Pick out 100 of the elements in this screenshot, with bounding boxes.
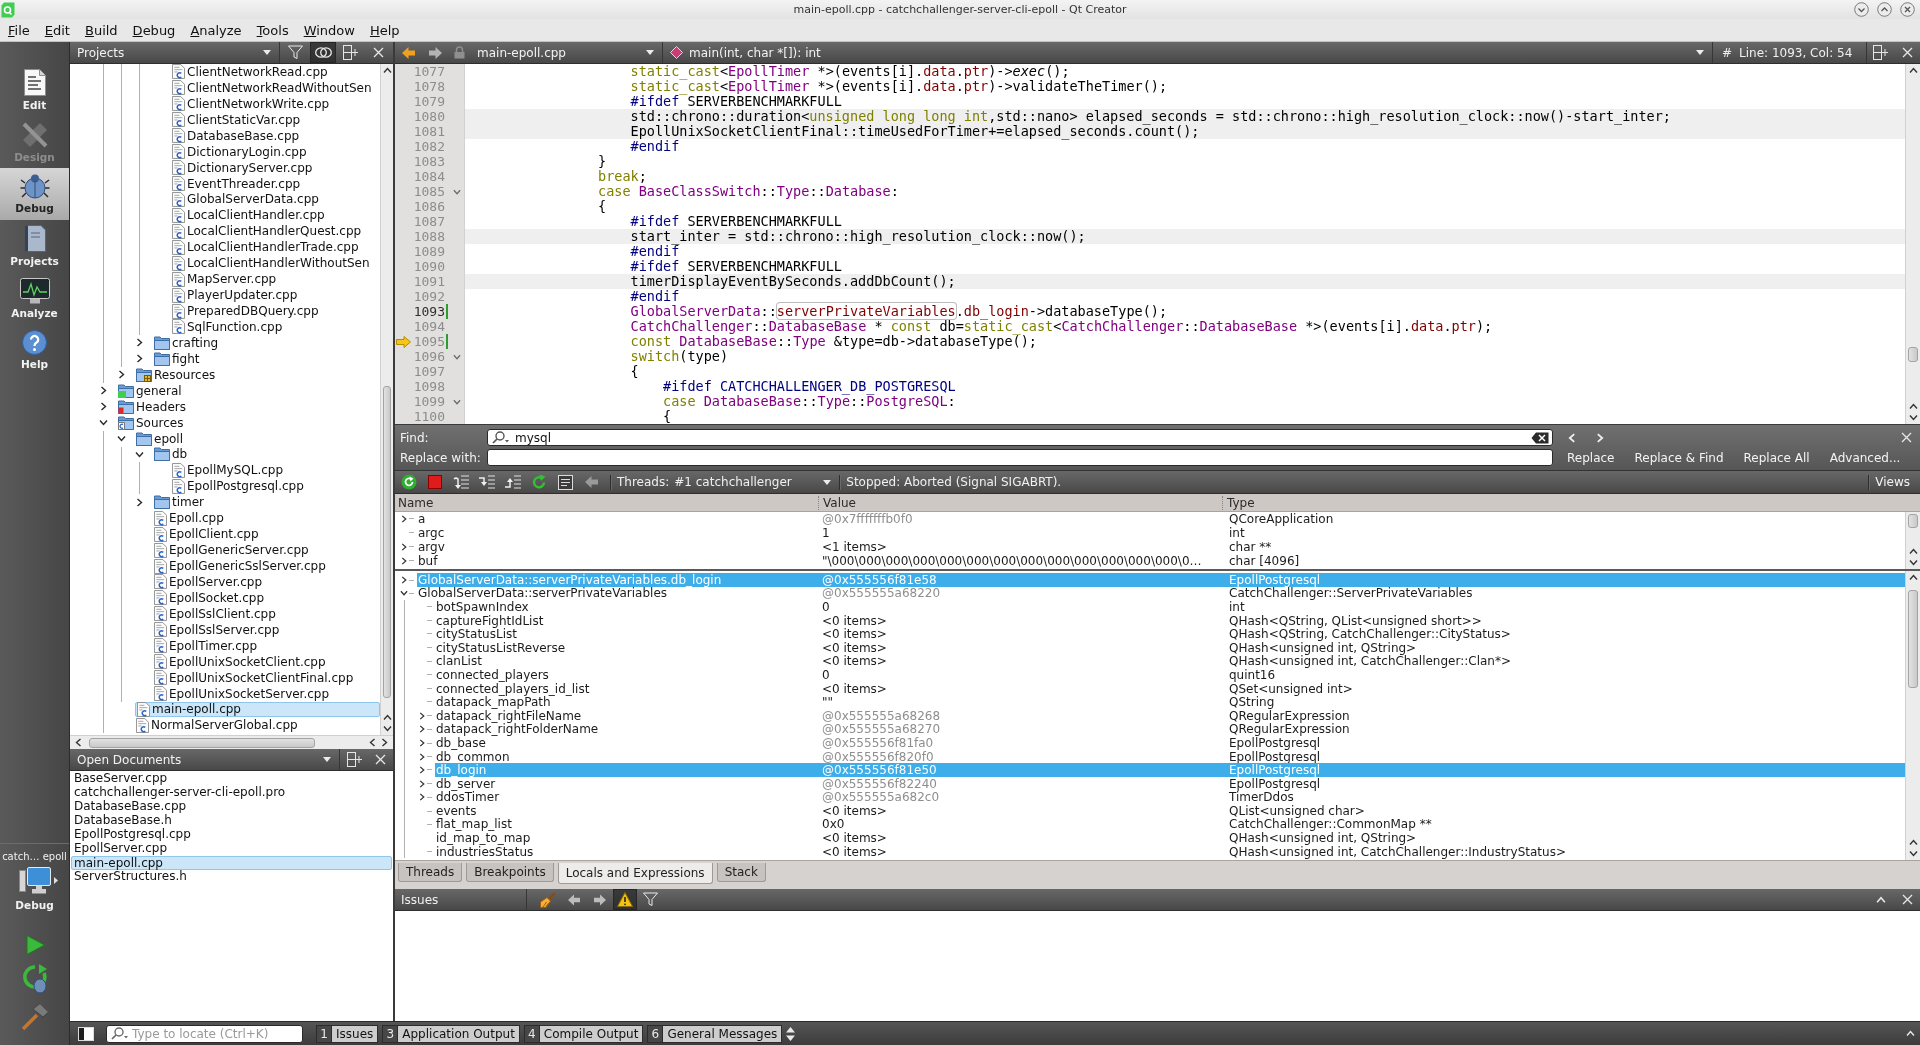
- scrollbar-thumb[interactable]: [1908, 514, 1918, 528]
- filter-icon[interactable]: [287, 45, 303, 60]
- chevron-down-icon[interactable]: [1908, 849, 1918, 858]
- open-document-item[interactable]: catchchallenger-server-cli-epoll.pro: [71, 786, 289, 800]
- mode-button[interactable]: Analyze: [0, 272, 69, 324]
- find-field[interactable]: mysql: [487, 429, 1553, 446]
- chevron-right-icon[interactable]: [400, 515, 408, 523]
- chevron-right-icon[interactable]: [98, 402, 108, 412]
- up-down-arrows-icon[interactable]: [786, 1026, 796, 1041]
- panel-icon[interactable]: [78, 1026, 94, 1041]
- column-header[interactable]: Name: [398, 495, 434, 510]
- menu-item[interactable]: Debug: [126, 20, 182, 40]
- tree-item[interactable]: EpollSslClient.cpp: [153, 605, 279, 622]
- chevron-up-icon[interactable]: [1908, 66, 1918, 75]
- tree-item[interactable]: DatabaseBase.cpp: [171, 127, 303, 144]
- tab[interactable]: Locals and Expressions: [557, 863, 713, 884]
- symbol-selector[interactable]: main(int, char *[]): int: [663, 42, 1713, 63]
- find-bar-button[interactable]: Replace: [1567, 450, 1615, 465]
- tree-item[interactable]: fight: [153, 350, 203, 367]
- variable-row[interactable]: id_map_to_map <0 items> QHash<unsigned int, QString>: [435, 831, 1905, 845]
- variable-row[interactable]: GlobalServerData::serverPrivateVariables @0x555555a68220 CatchChallenger::ServerPrivateVariables: [417, 586, 1905, 601]
- close-icon[interactable]: [1900, 2, 1915, 17]
- arrow-right-icon[interactable]: [594, 893, 606, 906]
- file-selector[interactable]: main-epoll.cpp: [470, 42, 663, 63]
- chevron-right-icon[interactable]: [418, 725, 426, 734]
- clear-icon[interactable]: [1531, 431, 1549, 444]
- open-document-item[interactable]: EpollPostgresql.cpp: [71, 828, 194, 842]
- tree-item[interactable]: ClientNetworkRead.cpp: [171, 64, 331, 80]
- split-icon[interactable]: [1873, 45, 1888, 60]
- tree-item[interactable]: EpollUnixSocketServer.cpp: [153, 685, 333, 702]
- scrollbar-thumb[interactable]: [89, 737, 315, 748]
- variable-row[interactable]: db_common @0x555556f820f0 EpollPostgresql: [435, 749, 1905, 764]
- chevron-up-icon[interactable]: [382, 66, 392, 75]
- tree-item[interactable]: EpollServer.cpp: [153, 574, 266, 590]
- chevron-right-icon[interactable]: [400, 543, 408, 551]
- arrow-left-icon[interactable]: [568, 893, 580, 906]
- menu-item[interactable]: Build: [78, 20, 124, 40]
- variable-row[interactable]: datapack_rightFolderName @0x555555a68270 QRegularExpression: [435, 722, 1905, 737]
- scrollbar-thumb[interactable]: [1908, 347, 1918, 362]
- tree-item[interactable]: NormalServerGlobal.cpp: [135, 717, 301, 734]
- chevron-up-icon[interactable]: [1908, 573, 1918, 582]
- cursor-position[interactable]: # Line: 1093, Col: 54: [1713, 42, 1867, 63]
- chevron-left-icon[interactable]: [368, 738, 377, 747]
- tree-item[interactable]: Headers: [117, 398, 189, 415]
- tree-item[interactable]: EpollSocket.cpp: [153, 589, 268, 606]
- tab[interactable]: Stack: [716, 863, 766, 882]
- chevron-down-icon[interactable]: [382, 724, 392, 733]
- chevron-down-icon[interactable]: [1908, 558, 1918, 567]
- chevron-right-icon[interactable]: [418, 793, 426, 802]
- open-document-item[interactable]: DatabaseBase.h: [71, 814, 175, 828]
- chevron-right-icon[interactable]: [98, 386, 108, 396]
- variable-row[interactable]: datapack_mapPath "" QString: [435, 695, 1905, 709]
- chevron-down-icon[interactable]: [98, 418, 108, 428]
- menu-item[interactable]: Analyze: [184, 20, 248, 40]
- tree-item[interactable]: EpollSslServer.cpp: [153, 621, 283, 638]
- tab[interactable]: Threads: [398, 863, 463, 882]
- tree-item[interactable]: crafting: [153, 334, 222, 351]
- find-bar-button[interactable]: Replace & Find: [1634, 450, 1724, 465]
- menu-item[interactable]: Help: [363, 20, 406, 40]
- scrollbar[interactable]: [380, 64, 393, 735]
- list-box-icon[interactable]: [557, 474, 573, 490]
- column-header[interactable]: Type: [1227, 495, 1255, 510]
- tree-item[interactable]: EpollClient.cpp: [153, 526, 262, 543]
- split-icon[interactable]: [346, 752, 362, 767]
- variable-row[interactable]: db_base @0x555556f81fa0 EpollPostgresql: [435, 736, 1905, 750]
- sync-toggle[interactable]: [310, 42, 336, 63]
- open-document-item[interactable]: DatabaseBase.cpp: [71, 800, 190, 814]
- variable-row[interactable]: ddosTimer @0x555555a682c0 TimerDdos: [435, 790, 1905, 805]
- chevron-right-icon[interactable]: [400, 557, 408, 565]
- split-icon[interactable]: [342, 45, 358, 60]
- filter-icon[interactable]: [642, 892, 658, 907]
- tree-item[interactable]: LocalClientHandlerQuest.cpp: [171, 223, 365, 240]
- find-bar-button[interactable]: Replace All: [1743, 450, 1810, 465]
- circle-arrow-icon[interactable]: [401, 474, 417, 490]
- menu-item[interactable]: Edit: [38, 20, 76, 40]
- scrollbar[interactable]: [1905, 571, 1920, 860]
- tree-item[interactable]: PlayerUpdater.cpp: [171, 287, 301, 304]
- open-document-item[interactable]: BaseServer.cpp: [71, 772, 171, 786]
- open-document-item[interactable]: EpollServer.cpp: [71, 842, 171, 856]
- scrollbar-thumb[interactable]: [383, 386, 391, 698]
- tree-item[interactable]: EpollPostgresql.cpp: [171, 478, 307, 495]
- tree-item[interactable]: SqlFunction.cpp: [171, 319, 286, 335]
- chevron-right-icon[interactable]: [418, 779, 426, 788]
- tree-item[interactable]: Resources: [135, 366, 219, 383]
- hammer-icon[interactable]: [20, 1003, 49, 1031]
- chevron-down-icon[interactable]: [400, 589, 408, 598]
- variable-row[interactable]: a @0x7fffffffb0f0 QCoreApplication: [417, 512, 1905, 526]
- views-button[interactable]: Views: [1875, 475, 1910, 489]
- scrollbar[interactable]: [1905, 512, 1920, 569]
- refresh-icon[interactable]: [531, 474, 547, 490]
- mode-button[interactable]: Debug: [0, 168, 69, 220]
- chevron-right-icon[interactable]: [116, 370, 126, 380]
- tree-item[interactable]: ClientStaticVar.cpp: [171, 111, 304, 128]
- tree-item[interactable]: DictionaryServer.cpp: [171, 159, 316, 176]
- broom-icon[interactable]: [540, 891, 556, 908]
- variable-row[interactable]: argv <1 items> char **: [417, 540, 1905, 554]
- menu-item[interactable]: Window: [297, 20, 361, 40]
- open-document-item[interactable]: main-epoll.cpp: [71, 856, 392, 870]
- tree-item[interactable]: db: [153, 446, 191, 463]
- variable-row[interactable]: datapack_rightFileName @0x555555a68268 QRegularExpression: [435, 708, 1905, 723]
